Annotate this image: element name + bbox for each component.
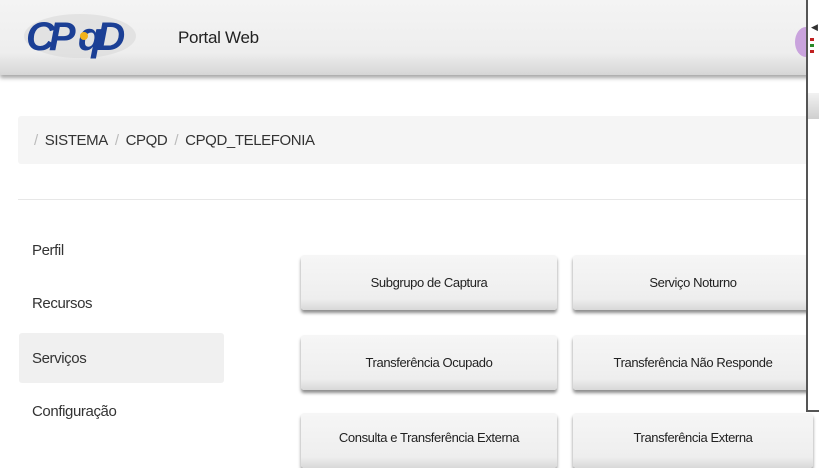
subgrupo-de-captura-button[interactable]: Subgrupo de Captura [301,255,557,310]
sidebar-item-recursos[interactable]: Recursos [19,278,224,328]
breadcrumb: / SISTEMA / CPQD / CPQD_TELEFONIA [18,116,818,164]
button-label: Transferência Não Responde [613,355,773,370]
transferencia-externa-button[interactable]: Transferência Externa [573,413,813,468]
sidebar-item-configuracao[interactable]: Configuração [19,386,224,436]
sidebar-item-servicos[interactable]: Serviços [19,333,224,383]
sidebar-item-label: Configuração [32,402,117,420]
consulta-e-transferencia-externa-button[interactable]: Consulta e Transferência Externa [301,413,557,468]
breadcrumb-separator: / [174,131,179,149]
breadcrumb-separator: / [34,131,38,149]
button-label: Transferência Externa [633,430,753,445]
breadcrumb-item-sistema[interactable]: SISTEMA [45,132,108,149]
app-header: CP qD Portal Web [0,0,819,75]
button-label: Serviço Noturno [649,275,737,290]
svg-text:CP: CP [26,15,76,59]
transferencia-ocupado-button[interactable]: Transferência Ocupado [301,335,557,390]
servico-noturno-button[interactable]: Serviço Noturno [573,255,813,310]
transferencia-nao-responde-button[interactable]: Transferência Não Responde [573,335,813,390]
breadcrumb-separator: / [114,131,119,149]
side-popup-panel: ◀ [806,0,819,412]
sidebar-item-label: Perfil [32,241,64,259]
sidebar-item-perfil[interactable]: Perfil [19,225,224,275]
button-label: Subgrupo de Captura [370,275,488,290]
cpqd-logo[interactable]: CP qD [20,12,140,60]
sidebar-item-label: Serviços [32,349,87,367]
status-dots-icon [810,38,818,58]
breadcrumb-item-cpqd-telefonia: CPQD_TELEFONIA [185,131,315,149]
breadcrumb-item-cpqd[interactable]: CPQD [126,132,168,149]
button-label: Consulta e Transferência Externa [338,430,520,445]
popup-header-strip [808,93,819,119]
app-title: Portal Web [178,28,259,47]
button-label: Transferência Ocupado [365,355,493,370]
content-divider [18,199,818,200]
chevron-left-icon[interactable]: ◀ [811,22,818,33]
sidebar-item-label: Recursos [32,294,93,312]
